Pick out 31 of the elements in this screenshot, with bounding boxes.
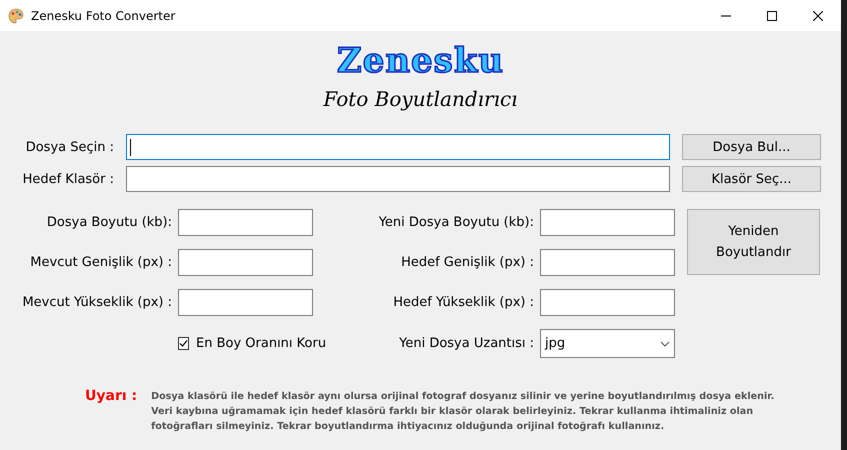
checkbox[interactable] [178, 337, 189, 350]
palette-icon [8, 8, 24, 24]
field-label: Hedef Yükseklik (px) : [392, 295, 534, 310]
field-label: Hedef Klasör : [22, 172, 114, 186]
extension-dropdown[interactable]: jpg [540, 329, 675, 358]
input-field[interactable] [540, 249, 675, 276]
field-label: Yeni Dosya Boyutu (kb): [378, 215, 534, 230]
input-field[interactable] [540, 209, 675, 236]
field-label: Dosya Boyutu (kb): [46, 215, 172, 230]
chevron-down-icon [660, 340, 670, 346]
app-subtitle: Foto Boyutlandırıcı [323, 86, 518, 112]
maximize-icon [767, 10, 777, 20]
resize-button[interactable]: Yeniden Boyutlandır [687, 209, 820, 275]
warning-title: Uyarı : [85, 388, 138, 406]
input-field[interactable] [178, 209, 313, 236]
field-label: Mevcut Yükseklik (px) : [21, 295, 172, 310]
input-field[interactable] [178, 289, 313, 316]
field-label: Mevcut Genişlik (px) : [29, 255, 172, 270]
window-title: Zenesku Foto Converter [31, 8, 176, 22]
logo: Zenesku [336, 42, 504, 80]
browse-button[interactable]: Dosya Bul... [682, 134, 821, 160]
input-field[interactable] [178, 249, 313, 276]
close-icon [813, 10, 823, 20]
warning-text: Dosya klasörü ile hedef klasör aynı olursa orijinal fotograf dosyanız silinir ve yerine boyutlandırılmış dosya eklenir. Veri kaybına uğramamak için hedef klasörü farklı bir klasör olarak belirleyiniz. Tekrar kullanma ihtimaliniz olan fotoğrafları silmeyiniz. Tekrar boyutlandırma ihtiyacınız olduğunda orijinal fotoğrafı kullanınız. [151, 390, 774, 434]
input-field[interactable] [126, 166, 670, 192]
input-field[interactable] [540, 289, 675, 316]
checkbox-label[interactable]: En Boy Oranını Koru [196, 334, 326, 352]
input-field[interactable] [126, 134, 670, 160]
field-label: Dosya Seçin : [24, 140, 114, 154]
field-label: Hedef Genişlik (px) : [400, 255, 534, 270]
browse-button[interactable]: Klasör Seç... [682, 166, 821, 192]
